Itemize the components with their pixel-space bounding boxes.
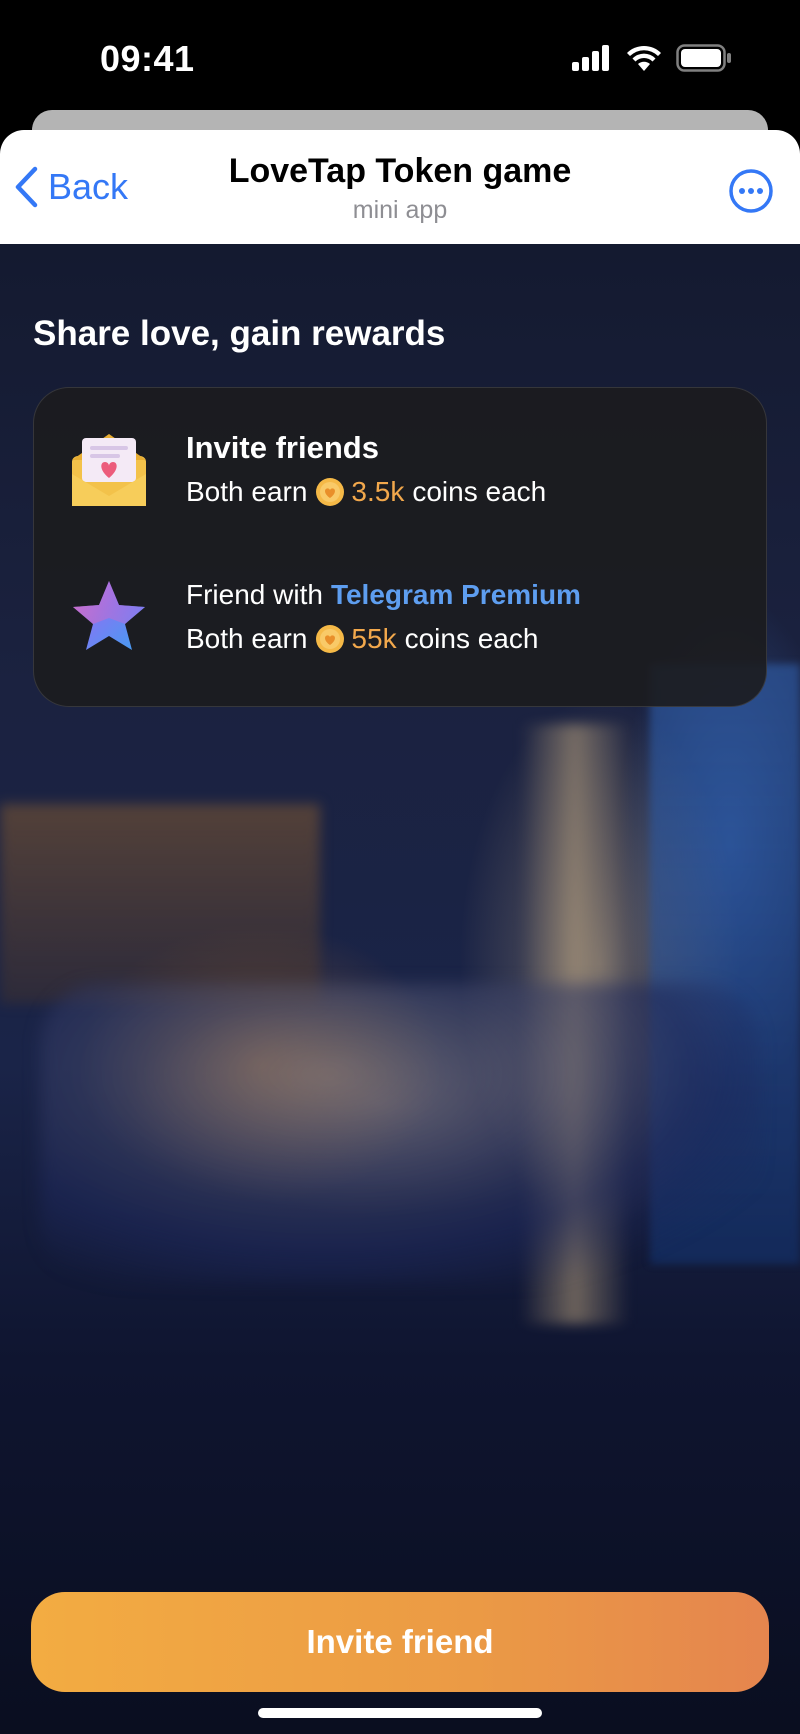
app-header: Back LoveTap Token game mini app xyxy=(0,130,800,244)
premium-star-icon xyxy=(73,581,145,650)
status-time: 09:41 xyxy=(100,38,195,79)
status-bar: 09:41 xyxy=(0,0,800,110)
coin-icon xyxy=(316,478,345,506)
invite-friend-button[interactable]: Invite friend xyxy=(31,1592,769,1692)
reward-amount: 3.5k xyxy=(351,476,405,507)
status-icons xyxy=(572,44,732,72)
reward-title-prefix: Friend with xyxy=(186,579,323,610)
background-scene-desk xyxy=(0,804,320,1004)
app-subtitle: mini app xyxy=(352,196,448,224)
app-title: LoveTap Token game xyxy=(228,152,572,190)
envelope-heart-icon xyxy=(72,434,146,506)
reward-suffix: coins each xyxy=(404,623,539,654)
coin-icon xyxy=(316,625,345,653)
reward-amount: 55k xyxy=(351,623,397,654)
more-options-icon[interactable] xyxy=(728,168,774,214)
battery-icon xyxy=(676,44,731,72)
wifi-icon xyxy=(627,45,661,71)
reward-prefix: Both earn xyxy=(186,623,308,654)
reward-suffix: coins each xyxy=(412,476,547,507)
section-title: Share love, gain rewards xyxy=(33,314,446,353)
reward-text: Friend with Telegram Premium Both earn 5… xyxy=(186,573,581,661)
telegram-premium-link[interactable]: Telegram Premium xyxy=(331,573,581,617)
rewards-card: Invite friends Both earn 3.5k coins each xyxy=(33,387,767,707)
reward-title: Friend with Telegram Premium xyxy=(186,573,581,617)
reward-prefix: Both earn xyxy=(186,476,308,507)
reward-title: Invite friends xyxy=(186,430,379,465)
reward-text: Invite friends Both earn 3.5k coins each xyxy=(186,426,546,514)
cellular-signal-icon xyxy=(572,45,609,71)
reward-earn-line: Both earn 55k coins each xyxy=(186,617,581,661)
home-indicator xyxy=(258,1708,542,1718)
main-content: Share love, gain rewards Invite friends … xyxy=(0,244,800,1734)
background-scene-bed xyxy=(40,984,760,1284)
reward-earn-line: Both earn 3.5k coins each xyxy=(186,470,546,514)
